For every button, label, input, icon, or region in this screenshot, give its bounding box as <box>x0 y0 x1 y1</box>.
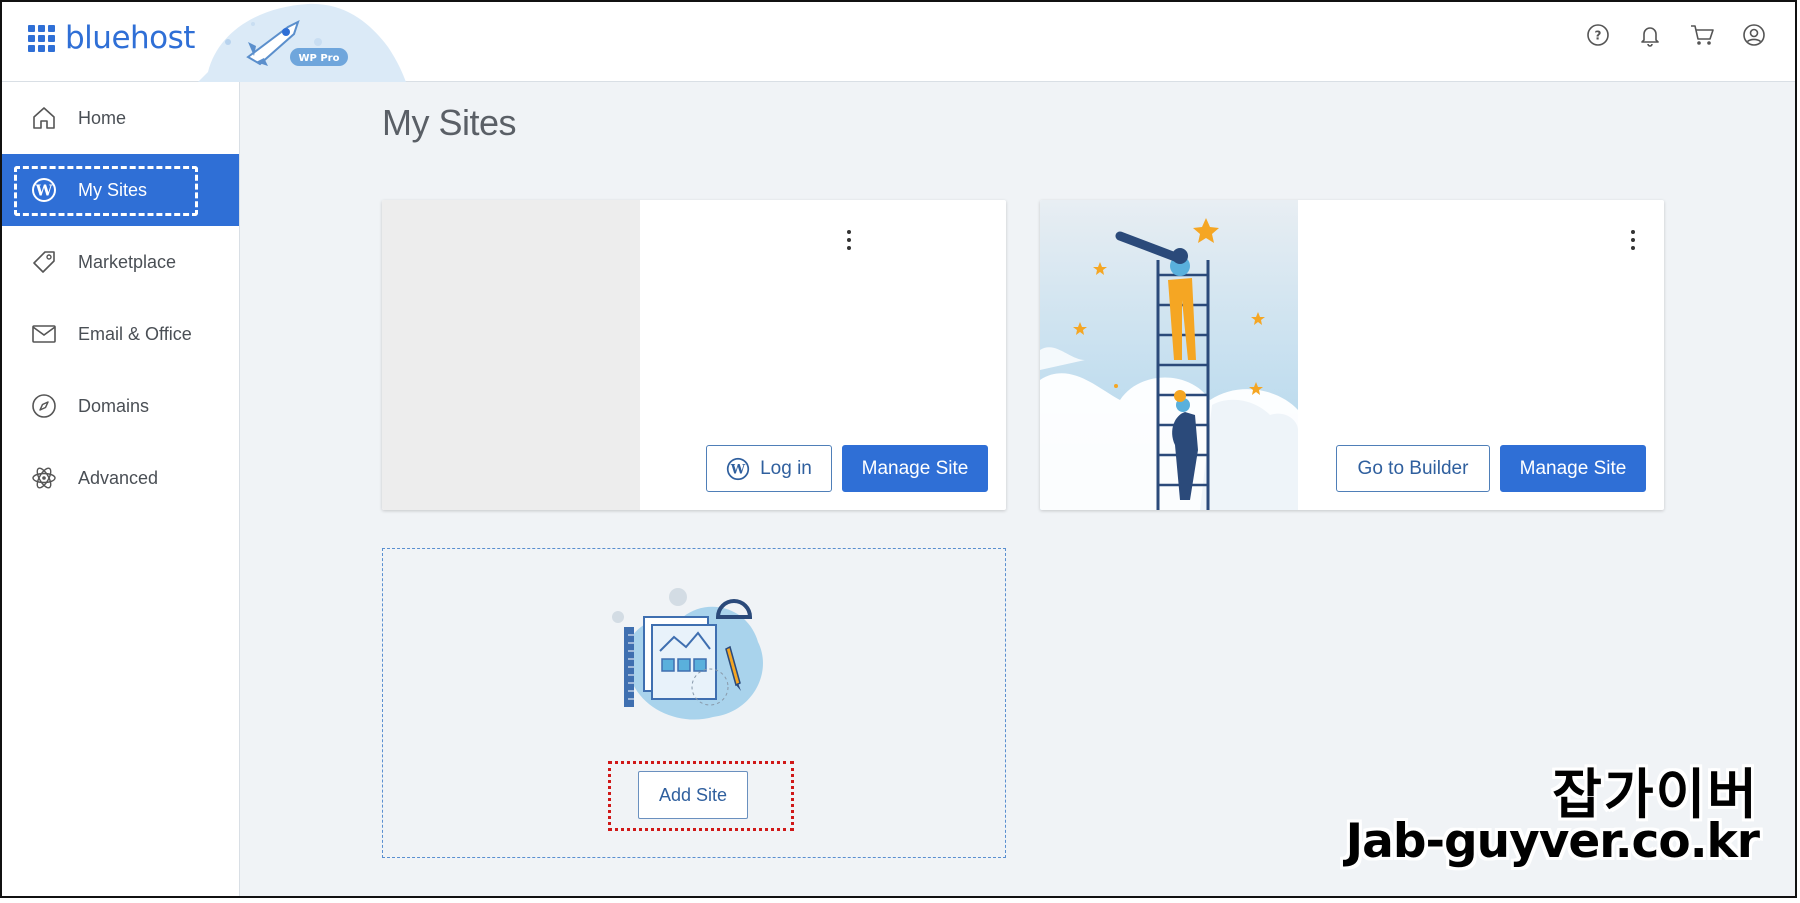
sidebar: Home W My Sites Marketplace Email & Offi… <box>2 82 240 896</box>
atom-icon <box>30 464 58 492</box>
sidebar-item-my-sites[interactable]: W My Sites <box>2 154 239 226</box>
website-builder-illustration <box>612 588 763 720</box>
compass-icon <box>30 392 58 420</box>
site-card: W Log in Manage Site <box>382 200 1006 510</box>
site-card: Go to Builder Manage Site <box>1040 200 1664 510</box>
help-icon[interactable]: ? <box>1585 22 1611 48</box>
top-header: bluehost WP Pro ? <box>2 2 1795 82</box>
sidebar-item-marketplace[interactable]: Marketplace <box>2 226 239 298</box>
sidebar-item-email-office[interactable]: Email & Office <box>2 298 239 370</box>
brand-name: bluehost <box>65 20 195 56</box>
sidebar-item-label: Home <box>78 107 127 128</box>
manage-site-label: Manage Site <box>1519 457 1627 479</box>
bell-icon[interactable] <box>1637 22 1663 48</box>
account-icon[interactable] <box>1741 22 1767 48</box>
sidebar-item-domains[interactable]: Domains <box>2 370 239 442</box>
watermark-url: Jab-guyver.co.kr <box>1345 814 1760 869</box>
wp-pro-rocket-illustration: WP Pro <box>198 3 406 82</box>
sidebar-item-label: Domains <box>78 395 150 416</box>
app-window: bluehost WP Pro ? Home W My Sites Market… <box>0 0 1797 898</box>
add-site-card: Add Site <box>382 548 1006 858</box>
sidebar-item-label: Marketplace <box>78 251 177 272</box>
bluehost-logo[interactable]: bluehost <box>28 20 195 56</box>
manage-site-button[interactable]: Manage Site <box>1500 445 1646 492</box>
cart-icon[interactable] <box>1689 22 1715 48</box>
sidebar-item-label: Email & Office <box>78 323 192 344</box>
manage-site-button[interactable]: Manage Site <box>842 445 988 492</box>
svg-text:W: W <box>730 462 746 477</box>
svg-text:?: ? <box>1595 29 1602 43</box>
highlight-dashed-box <box>14 166 198 216</box>
envelope-icon <box>30 320 58 348</box>
tag-icon <box>30 248 58 276</box>
site-thumbnail <box>382 200 640 510</box>
wp-pro-badge: WP Pro <box>299 53 340 64</box>
add-site-button[interactable]: Add Site <box>638 771 748 819</box>
site-thumbnail-ladder-illustration <box>1040 200 1298 510</box>
logo-grid-icon <box>28 24 55 52</box>
login-button[interactable]: W Log in <box>706 445 832 492</box>
go-to-builder-label: Go to Builder <box>1357 457 1469 479</box>
manage-site-label: Manage Site <box>861 457 969 479</box>
go-to-builder-button[interactable]: Go to Builder <box>1336 445 1490 492</box>
sidebar-item-home[interactable]: Home <box>2 82 239 154</box>
login-button-label: Log in <box>760 457 812 479</box>
kebab-menu-icon[interactable] <box>1626 228 1640 252</box>
page-title: My Sites <box>382 102 517 143</box>
kebab-menu-icon[interactable] <box>842 228 856 252</box>
sidebar-item-advanced[interactable]: Advanced <box>2 442 239 514</box>
header-actions: ? <box>1585 22 1767 48</box>
home-icon <box>30 104 58 132</box>
sidebar-item-label: Advanced <box>78 467 159 488</box>
wordpress-icon: W <box>726 457 750 480</box>
